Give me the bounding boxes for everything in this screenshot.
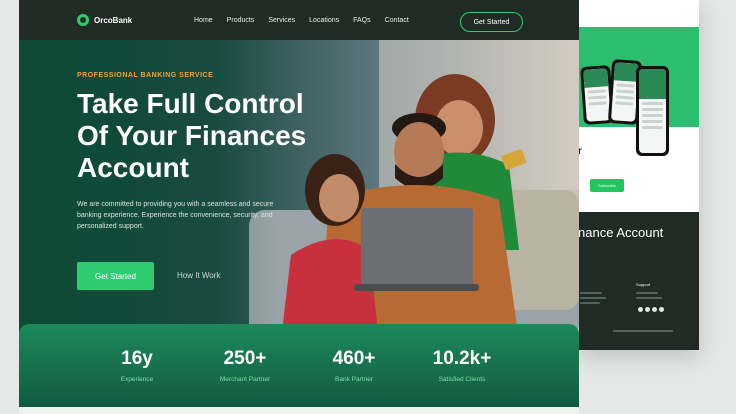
nav-item-services[interactable]: Services xyxy=(268,17,295,24)
preview-footer: nance Account Support xyxy=(578,212,699,350)
stat-bank-partner: 460+ Bank Partner xyxy=(299,348,409,383)
preview-copyright xyxy=(613,330,673,332)
preview-footer-support: Support xyxy=(636,282,651,287)
how-it-work-link[interactable]: How It Work xyxy=(177,271,220,280)
stat-label: Bank Partner xyxy=(335,376,373,383)
social-icon[interactable] xyxy=(652,307,657,312)
hero-description: We are committed to providing you with a… xyxy=(77,201,274,230)
phone-mockup xyxy=(636,66,669,156)
stats-bar: 16y Experience 250+ Merchant Partner 460… xyxy=(19,324,579,414)
secondary-page-preview: r Subscribe nance Account Support xyxy=(578,0,699,350)
nav-menu: Home Products Services Locations FAQs Co… xyxy=(194,17,409,24)
hero-eyebrow: PROFESSIONAL BANKING SERVICE xyxy=(77,72,214,79)
hero-section: PROFESSIONAL BANKING SERVICE Take Full C… xyxy=(19,40,579,340)
stat-label: Experience xyxy=(120,376,154,383)
hero-family-image xyxy=(19,40,579,340)
social-icon[interactable] xyxy=(645,307,650,312)
preview-hero xyxy=(578,27,699,156)
next-section-edge xyxy=(19,407,579,414)
stat-experience: 16y Experience xyxy=(82,348,192,383)
social-icon[interactable] xyxy=(659,307,664,312)
nav-get-started-button[interactable]: Get Started xyxy=(460,12,523,32)
stat-merchant-partner: 250+ Merchant Partner xyxy=(190,348,300,383)
logo-icon xyxy=(77,14,89,26)
stat-label: Satisfied Clients xyxy=(438,376,486,383)
nav-item-products[interactable]: Products xyxy=(227,17,255,24)
brand-logo[interactable]: OrcoBank xyxy=(77,14,132,26)
nav-item-faqs[interactable]: FAQs xyxy=(353,17,371,24)
nav-item-home[interactable]: Home xyxy=(194,17,213,24)
stat-value: 10.2k+ xyxy=(432,348,492,369)
stat-satisfied-clients: 10.2k+ Satisfied Clients xyxy=(407,348,517,383)
landing-page: OrcoBank Home Products Services Location… xyxy=(19,0,579,414)
footer-link[interactable] xyxy=(636,297,662,299)
footer-link[interactable] xyxy=(580,302,600,304)
hero-get-started-button[interactable]: Get Started xyxy=(77,262,154,290)
hero-title: Take Full Control Of Your Finances Accou… xyxy=(77,88,307,183)
brand-name: OrcoBank xyxy=(94,15,133,25)
footer-link[interactable] xyxy=(636,292,658,294)
footer-link[interactable] xyxy=(580,297,606,299)
nav-item-locations[interactable]: Locations xyxy=(309,17,339,24)
preview-footer-title: nance Account xyxy=(578,225,664,240)
stat-value: 250+ xyxy=(223,348,267,369)
top-navigation: OrcoBank Home Products Services Location… xyxy=(19,0,579,40)
stat-value: 460+ xyxy=(332,348,376,369)
nav-item-contact[interactable]: Contact xyxy=(385,17,409,24)
footer-link[interactable] xyxy=(580,292,602,294)
stat-value: 16y xyxy=(121,348,153,369)
stat-label: Merchant Partner xyxy=(219,376,271,383)
subscribe-button[interactable]: Subscribe xyxy=(590,179,624,192)
social-icon[interactable] xyxy=(638,307,643,312)
